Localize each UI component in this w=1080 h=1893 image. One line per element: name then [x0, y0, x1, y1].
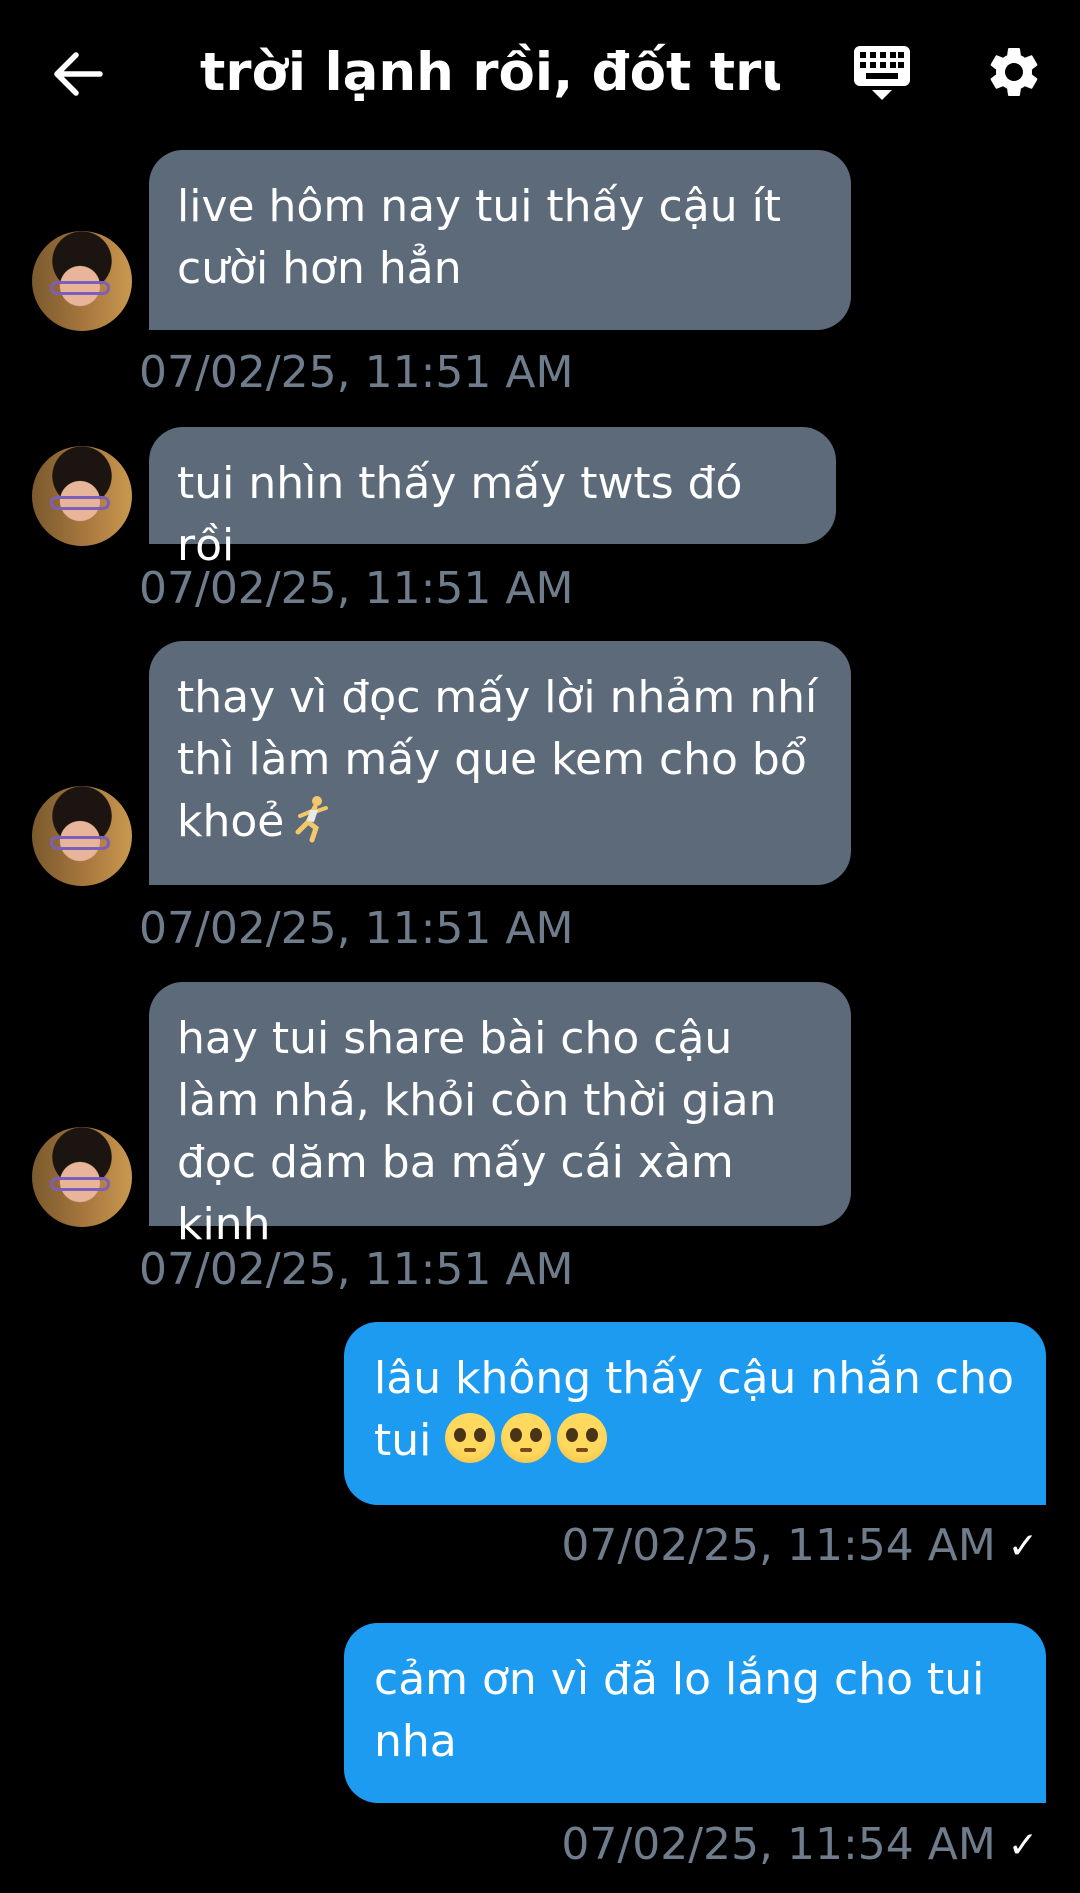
pleading-face-emoji [557, 1413, 608, 1463]
message-text: hay tui share bài cho cậu làm nhá, khỏi … [177, 1013, 777, 1250]
avatar[interactable] [32, 231, 132, 331]
incoming-message-bubble[interactable]: live hôm nay tui thấy cậu ít cười hơn hẳ… [149, 150, 851, 330]
conversation-title: trời lạnh rồi, đốt trư... [200, 42, 780, 103]
incoming-message-bubble[interactable]: tui nhìn thấy mấy twts đó rồi [149, 427, 836, 571]
incoming-message-bubble[interactable]: hay tui share bài cho cậu làm nhá, khỏi … [149, 982, 851, 1250]
message-timestamp-row: 07/02/25, 11:54 AM ✓ [561, 1518, 1038, 1575]
gear-icon [990, 47, 1038, 96]
keyboard-icon [854, 46, 910, 100]
message-text: tui nhìn thấy mấy twts đó rồi [177, 458, 743, 571]
message-timestamp: 07/02/25, 11:54 AM [561, 1520, 996, 1571]
message-timestamp: 07/02/25, 11:51 AM [139, 1244, 574, 1295]
incoming-message-bubble[interactable]: thay vì đọc mấy lời nhảm nhí thì làm mấy… [149, 641, 851, 885]
avatar[interactable] [32, 786, 132, 886]
message-text: live hôm nay tui thấy cậu ít cười hơn hẳ… [177, 181, 782, 294]
message-timestamp: 07/02/25, 11:54 AM [561, 1819, 996, 1870]
message-timestamp-row: 07/02/25, 11:54 AM ✓ [561, 1817, 1038, 1874]
keyboard-button[interactable] [852, 42, 912, 102]
outgoing-message-bubble[interactable]: cảm ơn vì đã lo lắng cho tui nha [344, 1623, 1046, 1803]
message-timestamp: 07/02/25, 11:51 AM [139, 347, 574, 398]
checkmark-icon: ✓ [1007, 1526, 1038, 1567]
arrow-left-icon [54, 52, 103, 96]
conversation-header: trời lạnh rồi, đốt trư... [0, 0, 1080, 145]
avatar[interactable] [32, 446, 132, 546]
pleading-face-emoji [501, 1413, 552, 1463]
pleading-face-emoji [445, 1413, 496, 1463]
outgoing-message-bubble[interactable]: lâu không thấy cậu nhắn cho tui [344, 1322, 1046, 1505]
message-timestamp: 07/02/25, 11:51 AM [139, 903, 574, 954]
checkmark-icon: ✓ [1007, 1825, 1038, 1866]
message-text: cảm ơn vì đã lo lắng cho tui nha [374, 1654, 985, 1767]
person-running-emoji [295, 796, 329, 843]
message-text: thay vì đọc mấy lời nhảm nhí thì làm mấy… [177, 672, 818, 847]
message-timestamp: 07/02/25, 11:51 AM [139, 563, 574, 614]
avatar[interactable] [32, 1127, 132, 1227]
back-button[interactable] [48, 44, 108, 104]
settings-button[interactable] [984, 42, 1044, 102]
